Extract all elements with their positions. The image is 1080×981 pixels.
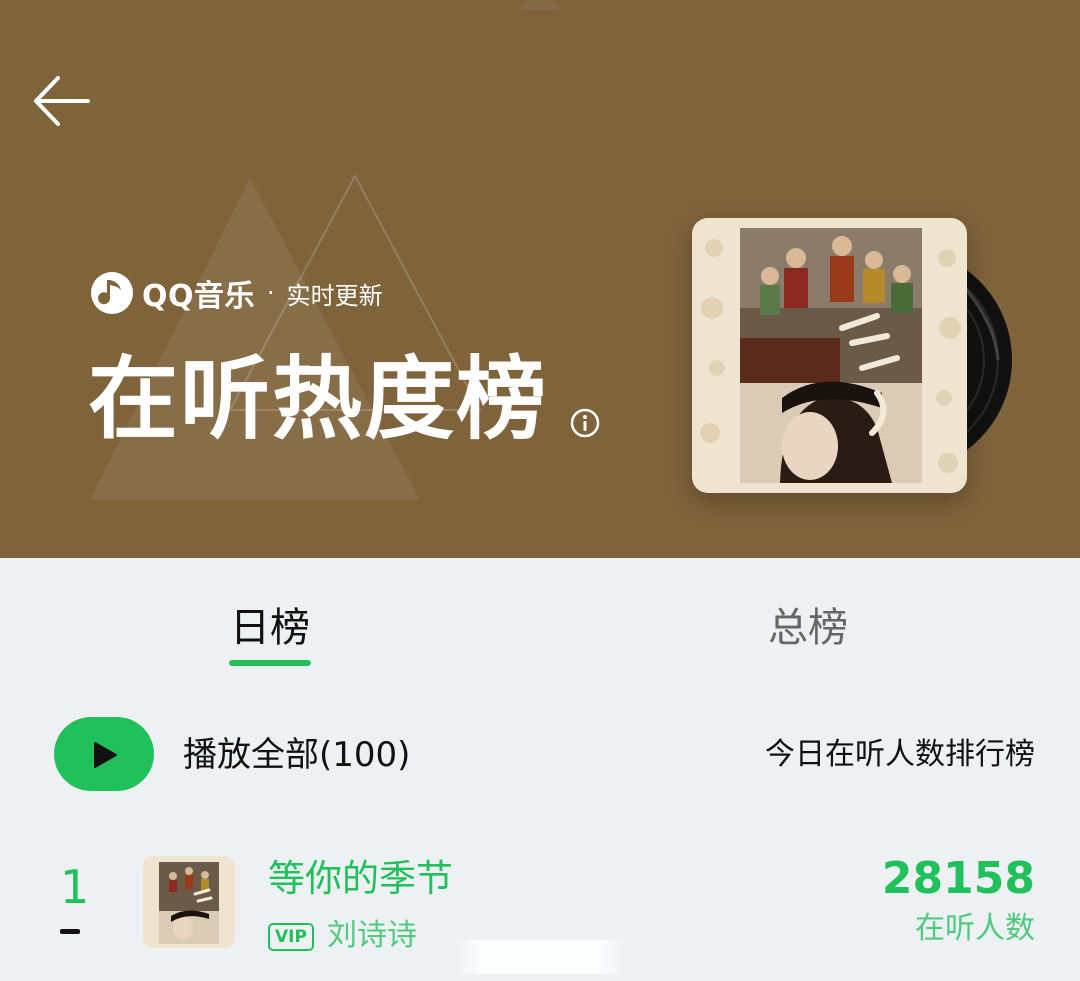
chart-header: QQ音乐 · 实时更新 在听热度榜 (0, 0, 1080, 558)
artist-name[interactable]: 刘诗诗 (327, 917, 417, 955)
brand-name: QQ音乐 (142, 279, 256, 314)
vip-badge: VIP (268, 923, 314, 951)
album-cover-art (692, 218, 967, 493)
song-title[interactable]: 等你的季节 (268, 856, 453, 902)
qq-music-logo-icon (91, 272, 133, 314)
brand-subtitle: 实时更新 (286, 281, 383, 310)
play-icon (94, 742, 117, 768)
info-icon[interactable] (570, 408, 600, 438)
listener-count-label: 在听人数 (915, 911, 1035, 946)
watermark-overlay (455, 940, 625, 974)
page-title: 在听热度榜 (88, 347, 548, 452)
rank-unchanged-icon (60, 929, 80, 934)
ranking-description: 今日在听人数排行榜 (765, 737, 1035, 772)
brand-separator: · (267, 279, 275, 307)
tab-total[interactable]: 总榜 (768, 598, 848, 658)
active-tab-indicator (229, 660, 311, 666)
song-thumbnail (143, 856, 235, 948)
song-thumbnail-art (143, 856, 235, 948)
tab-daily[interactable]: 日榜 (230, 598, 310, 658)
rank-number: 1 (60, 860, 90, 914)
play-all-label[interactable]: 播放全部(100) (183, 733, 410, 777)
listener-count: 28158 (881, 853, 1035, 904)
back-arrow-icon[interactable] (30, 70, 92, 132)
play-all-button[interactable] (54, 717, 154, 791)
brand: QQ音乐 · 实时更新 (90, 270, 383, 316)
album-cover[interactable] (692, 218, 967, 493)
chart-tabs: 日榜 总榜 (0, 588, 1080, 678)
